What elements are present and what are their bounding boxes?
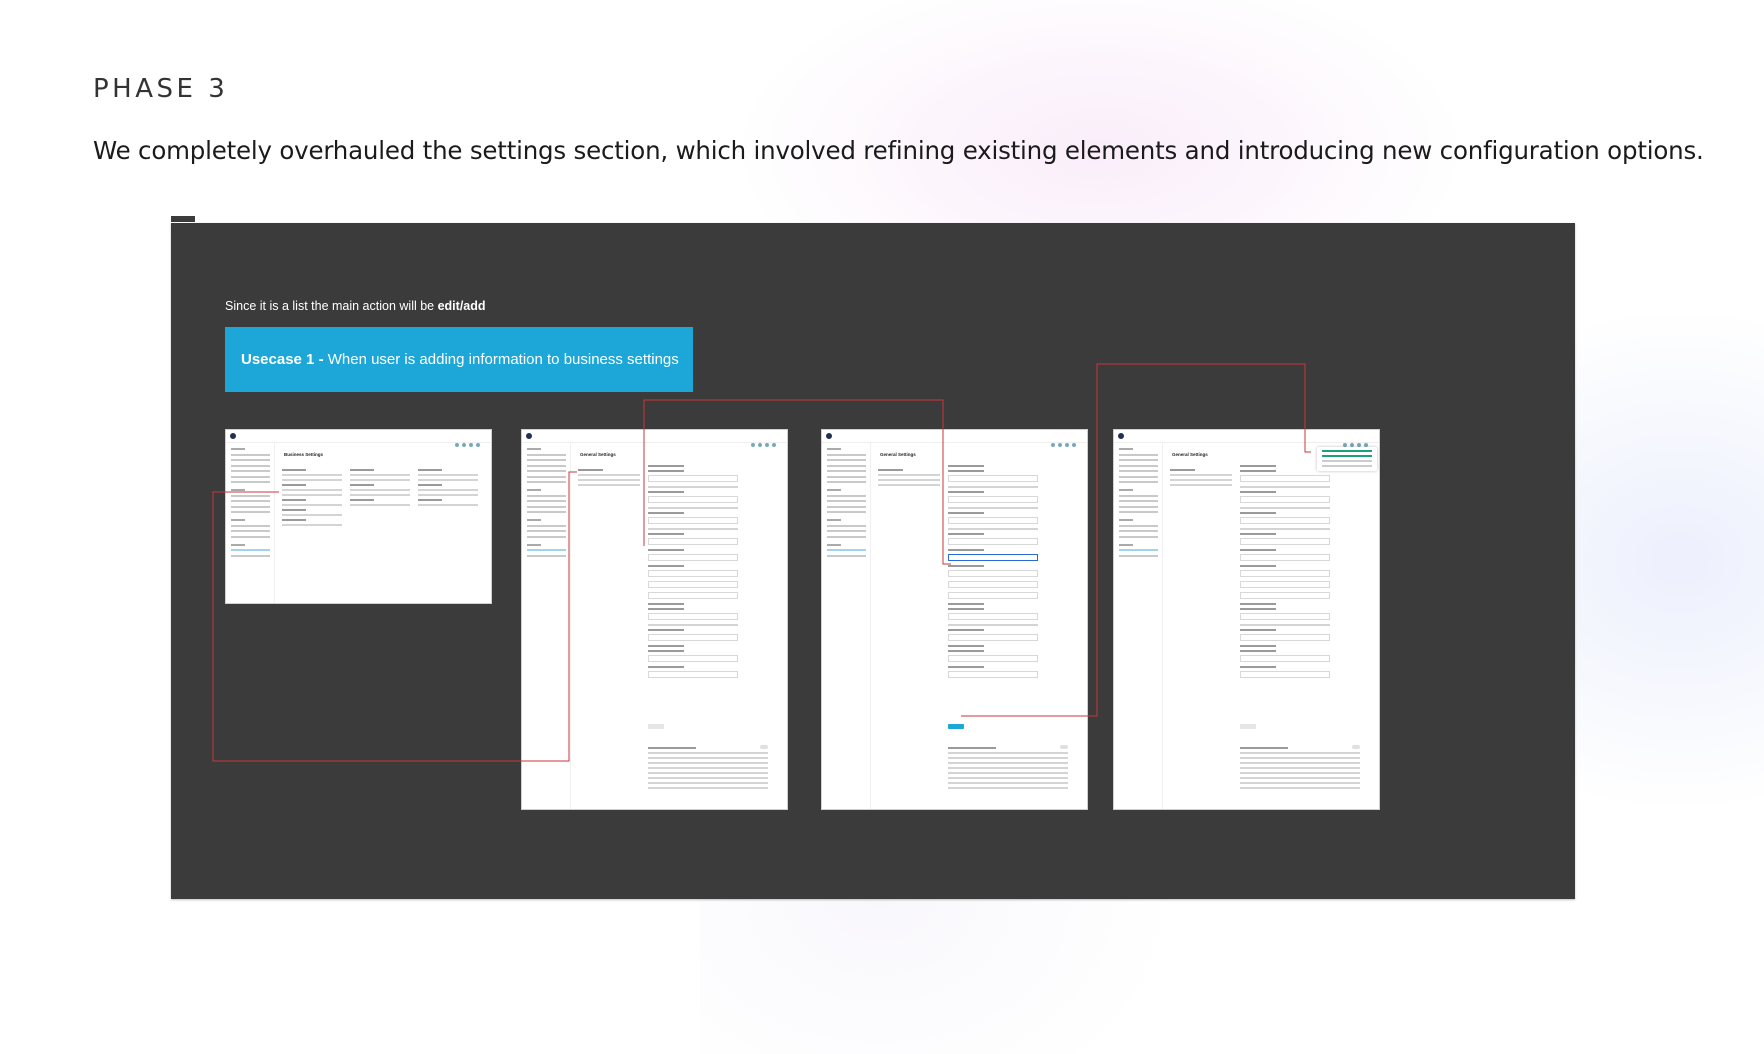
usecase-label: Usecase 1 - xyxy=(241,351,328,368)
board-note-text: Since it is a list the main action will … xyxy=(225,299,438,313)
save-button[interactable] xyxy=(648,724,664,729)
screen-general-settings-editing[interactable]: General Settings xyxy=(821,429,1088,810)
usecase-text: When user is adding information to busin… xyxy=(327,351,679,368)
screen-general-settings-empty[interactable]: General Settings xyxy=(521,429,788,810)
screen-title: General Settings xyxy=(1172,452,1208,457)
screen-title: General Settings xyxy=(580,452,616,457)
toggle-switch[interactable] xyxy=(760,745,768,749)
toolbar-icons xyxy=(1051,434,1081,447)
phase-description: We completely overhauled the settings se… xyxy=(93,136,1704,165)
logo-icon xyxy=(230,433,236,439)
screen-title: Business Settings xyxy=(284,452,324,457)
screen-main: General Settings xyxy=(1166,444,1375,805)
screen-sidebar xyxy=(226,442,275,603)
phase-heading: PHASE 3 xyxy=(93,74,229,104)
board-note: Since it is a list the main action will … xyxy=(225,299,486,313)
screen-main: General Settings xyxy=(874,444,1083,805)
toggle-switch[interactable] xyxy=(1352,745,1360,749)
screen-sidebar xyxy=(522,442,571,809)
toolbar-icons xyxy=(455,434,485,447)
toolbar-icons xyxy=(1343,434,1373,447)
screen-main: Business Settings xyxy=(278,444,487,599)
board-tag xyxy=(171,216,195,222)
success-toast xyxy=(1317,447,1377,471)
logo-icon xyxy=(1118,433,1124,439)
toggle-switch[interactable] xyxy=(1060,745,1068,749)
board-note-emphasis: edit/add xyxy=(437,299,486,313)
toolbar-icons xyxy=(751,434,781,447)
logo-icon xyxy=(526,433,532,439)
usecase-banner: Usecase 1 - When user is adding informat… xyxy=(225,327,693,392)
save-button[interactable] xyxy=(1240,724,1256,729)
screen-sidebar xyxy=(822,442,871,809)
screen-sidebar xyxy=(1114,442,1163,809)
logo-icon xyxy=(826,433,832,439)
save-button[interactable] xyxy=(948,724,964,729)
screen-title: General Settings xyxy=(880,452,916,457)
screen-main: General Settings xyxy=(574,444,783,805)
screen-general-settings-saved[interactable]: General Settings xyxy=(1113,429,1380,810)
screen-business-settings-overview[interactable]: Business Settings xyxy=(225,429,492,604)
